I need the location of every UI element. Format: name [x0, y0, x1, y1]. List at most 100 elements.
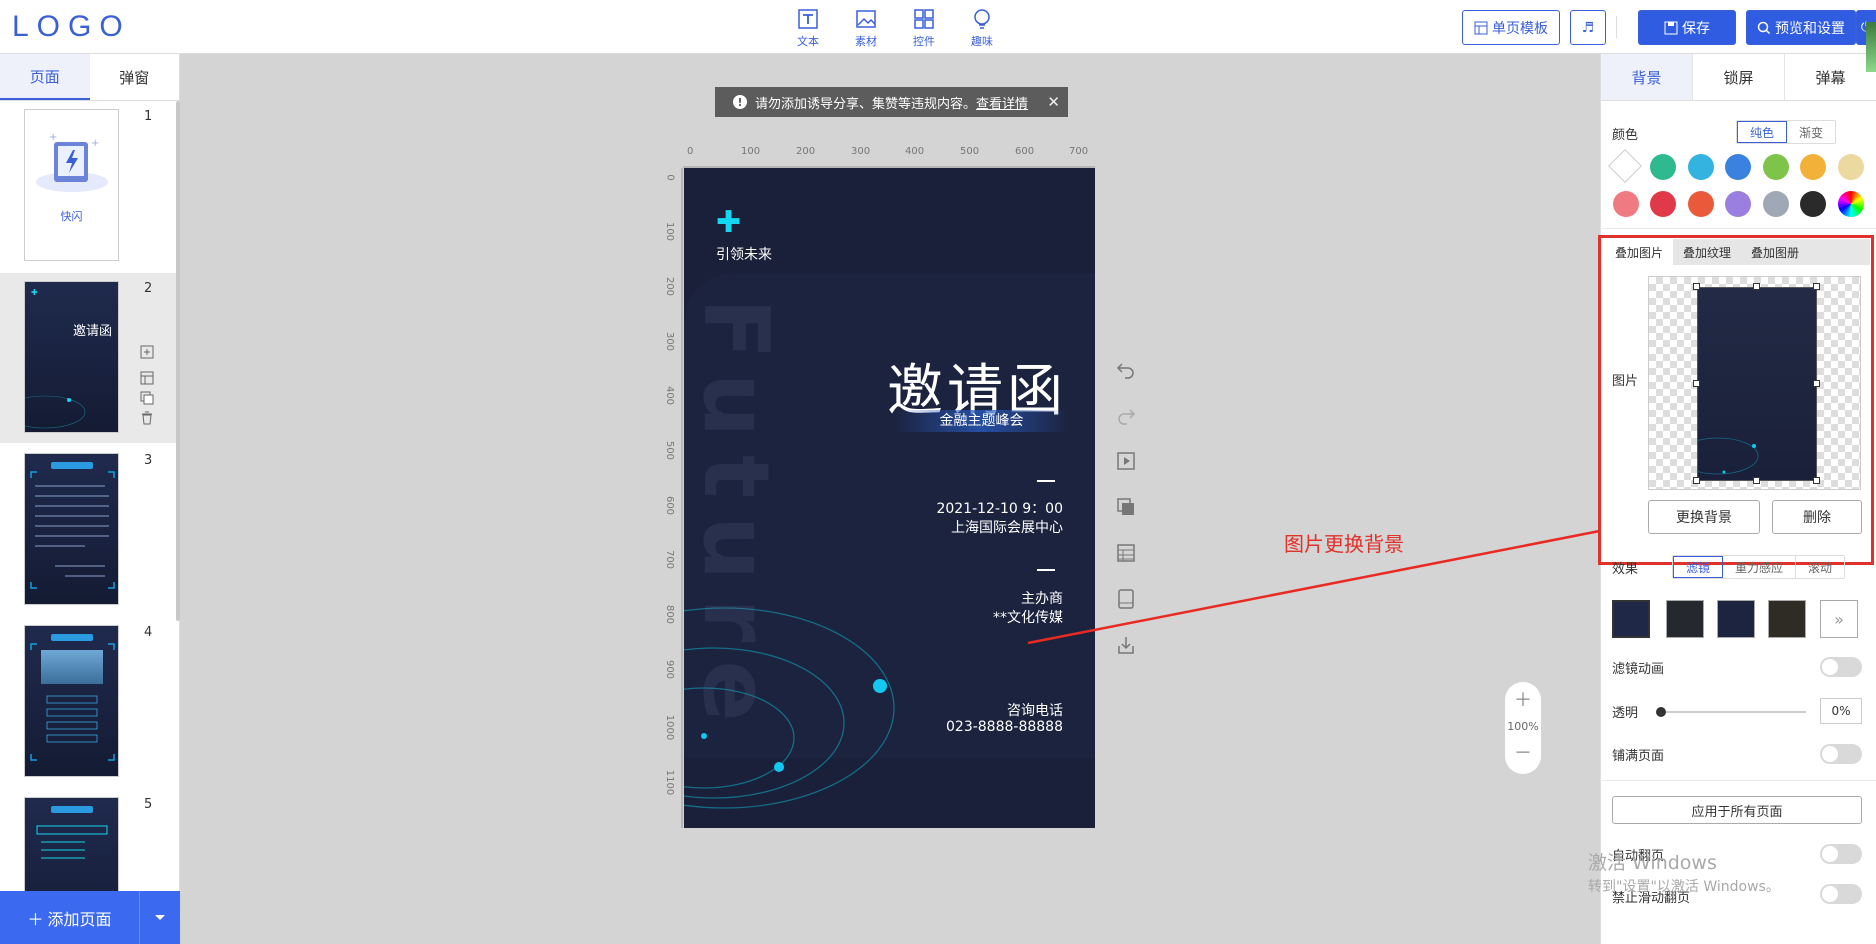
resize-handle[interactable]: [1693, 380, 1700, 387]
tab-scroll[interactable]: 滚动: [1796, 556, 1844, 578]
opacity-slider[interactable]: [1656, 707, 1806, 717]
page-thumbnail[interactable]: [24, 453, 119, 605]
tab-filter[interactable]: 滤镜: [1673, 556, 1724, 578]
page-thumbnail[interactable]: + + 快闪: [24, 109, 119, 261]
color-swatch[interactable]: [1725, 191, 1751, 217]
copy-icon[interactable]: [140, 391, 154, 405]
disable-swipe-toggle[interactable]: [1820, 884, 1862, 904]
filter-thumbnail[interactable]: [1612, 600, 1650, 638]
zoom-in-button[interactable]: ＋: [1505, 682, 1541, 712]
auto-flip-toggle[interactable]: [1820, 844, 1862, 864]
resize-handle[interactable]: [1753, 477, 1760, 484]
music-button[interactable]: ♬: [1570, 10, 1606, 45]
color-picker-icon[interactable]: [1838, 191, 1864, 217]
canvas-contact-label[interactable]: 咨询电话: [1007, 700, 1063, 720]
close-icon[interactable]: ✕: [1047, 93, 1060, 111]
tablet-icon[interactable]: [1115, 588, 1137, 610]
page-thumbnail[interactable]: [24, 625, 119, 777]
color-swatch[interactable]: [1838, 154, 1864, 180]
color-swatch[interactable]: [1613, 191, 1639, 217]
tab-popups[interactable]: 弹窗: [90, 54, 180, 100]
redo-icon[interactable]: [1115, 404, 1137, 426]
tab-overlay-image[interactable]: 叠加图片: [1605, 239, 1674, 265]
color-swatch[interactable]: [1800, 191, 1826, 217]
layout-icon[interactable]: [140, 371, 154, 385]
preview-settings-button[interactable]: 预览和设置: [1746, 10, 1856, 45]
page-item-1[interactable]: + + 快闪 1: [0, 101, 178, 271]
canvas-tagline[interactable]: 引领未来: [716, 244, 772, 264]
canvas-contact[interactable]: 023-8888-88888: [946, 719, 1063, 735]
notice-detail-link[interactable]: 查看详情: [976, 97, 1028, 112]
tab-gravity[interactable]: 重力感应: [1723, 556, 1797, 578]
page-thumbnail[interactable]: [24, 797, 119, 891]
zoom-level: 100%: [1507, 720, 1539, 733]
color-swatch[interactable]: [1800, 154, 1826, 180]
add-page-dropdown[interactable]: [140, 891, 180, 944]
tab-lockscreen[interactable]: 锁屏: [1693, 54, 1785, 100]
canvas-venue[interactable]: 上海国际会展中心: [951, 517, 1063, 537]
resize-handle[interactable]: [1813, 380, 1820, 387]
bulb-icon: [974, 9, 990, 29]
play-icon[interactable]: [1115, 450, 1137, 472]
fill-page-toggle[interactable]: [1820, 744, 1862, 764]
zoom-out-button[interactable]: －: [1505, 739, 1541, 765]
tab-pages[interactable]: 页面: [0, 54, 90, 100]
slider-knob[interactable]: [1656, 707, 1666, 717]
color-swatch[interactable]: [1688, 191, 1714, 217]
canvas-subtitle[interactable]: 金融主题峰会: [894, 410, 1069, 432]
page-item-5[interactable]: 5: [0, 789, 178, 891]
layers-icon[interactable]: [1115, 496, 1137, 518]
crop-selection[interactable]: [1697, 287, 1817, 481]
page-list-scrollbar[interactable]: [176, 101, 180, 621]
single-page-template-button[interactable]: 单页模板: [1462, 10, 1560, 45]
fun-tool[interactable]: 趣味: [964, 8, 1000, 49]
resize-handle[interactable]: [1813, 477, 1820, 484]
resize-handle[interactable]: [1753, 283, 1760, 290]
text-tool[interactable]: 文本: [790, 8, 826, 49]
widget-tool[interactable]: 控件: [906, 8, 942, 49]
resize-handle[interactable]: [1693, 283, 1700, 290]
delete-button[interactable]: 删除: [1772, 500, 1862, 534]
resize-handle[interactable]: [1813, 283, 1820, 290]
filter-animation-toggle[interactable]: [1820, 657, 1862, 677]
color-swatch[interactable]: [1650, 154, 1676, 180]
canvas-organizer-label[interactable]: 主办商: [1021, 588, 1063, 608]
filter-thumbnail[interactable]: [1768, 600, 1806, 638]
tab-overlay-texture[interactable]: 叠加纹理: [1673, 239, 1741, 265]
windows-activation-title: 激活 Windows: [1588, 852, 1717, 874]
background-image-preview[interactable]: [1648, 276, 1861, 490]
page-thumbnail[interactable]: ✚ 邀请函: [24, 281, 119, 433]
add-page-icon[interactable]: [140, 345, 154, 359]
opacity-value[interactable]: 0%: [1820, 698, 1862, 724]
more-filters-button[interactable]: »: [1820, 600, 1858, 638]
solid-color-option[interactable]: 纯色: [1737, 121, 1788, 143]
page-number: 4: [144, 625, 153, 640]
apply-to-all-pages-button[interactable]: 应用于所有页面: [1612, 796, 1862, 824]
color-swatch[interactable]: [1763, 154, 1789, 180]
import-icon[interactable]: [1115, 634, 1137, 656]
resize-handle[interactable]: [1693, 477, 1700, 484]
color-swatch[interactable]: [1725, 154, 1751, 180]
tab-danmaku[interactable]: 弹幕: [1785, 54, 1876, 100]
material-tool[interactable]: 素材: [848, 8, 884, 49]
page-item-4[interactable]: 4: [0, 617, 178, 787]
page-canvas[interactable]: Future ✚ 引领未来 邀请函 金融主题峰会 2021-12-10 9：00…: [684, 168, 1095, 828]
save-button[interactable]: 保存: [1638, 10, 1736, 45]
add-page-button[interactable]: ＋ 添加页面: [0, 891, 140, 944]
filter-thumbnail[interactable]: [1717, 600, 1755, 638]
undo-icon[interactable]: [1115, 358, 1137, 380]
gradient-option[interactable]: 渐变: [1787, 121, 1835, 143]
grid-layout-icon[interactable]: [1115, 542, 1137, 564]
page-item-3[interactable]: 3: [0, 445, 178, 615]
color-swatch[interactable]: [1688, 154, 1714, 180]
tab-background[interactable]: 背景: [1601, 54, 1693, 100]
color-swatch[interactable]: [1650, 191, 1676, 217]
trash-icon[interactable]: [140, 411, 154, 425]
tab-overlay-album[interactable]: 叠加图册: [1741, 239, 1809, 265]
canvas-organizer[interactable]: **文化传媒: [993, 607, 1063, 627]
color-swatch[interactable]: [1763, 191, 1789, 217]
filter-thumbnail[interactable]: [1666, 600, 1704, 638]
replace-background-button[interactable]: 更换背景: [1648, 500, 1760, 534]
page-item-2[interactable]: ✚ 邀请函 2: [0, 273, 178, 443]
canvas-datetime[interactable]: 2021-12-10 9：00: [936, 498, 1063, 518]
